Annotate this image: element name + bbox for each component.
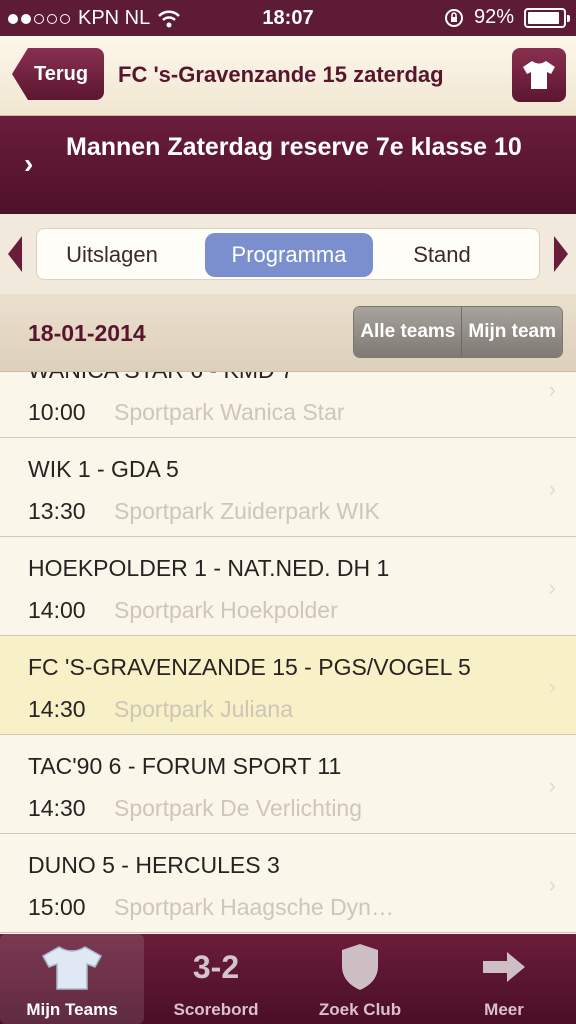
match-row[interactable]: HOEKPOLDER 1 - NAT.NED. DH 1 14:00 Sport… [0,537,576,636]
match-venue: Sportpark Zuiderpark WIK [114,498,380,524]
tabbar-label: Scorebord [173,1000,259,1019]
match-venue: Sportpark Hoekpolder [114,597,338,623]
match-teams: WANICA STAR 6 - KMD 7 [28,372,294,384]
all-teams-button[interactable]: Alle teams [354,307,462,357]
match-venue: Sportpark Wanica Star [114,399,345,425]
tab-stand[interactable]: Stand [377,233,507,277]
match-time: 13:30 [28,498,86,524]
shirt-icon [41,946,103,990]
page-title: FC 's-Gravenzande 15 zaterdag [118,62,444,87]
shirt-icon [523,61,555,89]
back-button[interactable]: Terug [12,48,105,100]
my-team-button[interactable]: Mijn team [461,307,562,357]
tab-uitslagen[interactable]: Uitslagen [47,233,177,277]
tabbar-item-meer[interactable]: Meer [432,934,576,1024]
match-time: 14:30 [28,795,86,821]
tabbar-item-zoek-club[interactable]: Zoek Club [288,934,432,1024]
match-row[interactable]: WIK 1 - GDA 5 13:30 Sportpark Zuiderpark… [0,438,576,537]
arrow-right-icon [483,952,525,982]
team-filter: Alle teams Mijn team [353,306,563,358]
shield-icon [342,944,378,990]
chevron-right-icon: › [548,476,556,501]
match-row[interactable]: WANICA STAR 6 - KMD 7 10:00 Sportpark Wa… [0,372,576,438]
match-teams: HOEKPOLDER 1 - NAT.NED. DH 1 [28,555,390,581]
segmented-tabs: Uitslagen Programma Stand [36,228,540,280]
status-bar: KPN NL 18:07 92% [0,0,576,36]
chevron-right-icon: › [548,377,556,402]
match-venue: Sportpark De Verlichting [114,795,363,821]
chevron-right-icon: › [24,148,34,179]
match-venue: Sportpark Haagsche Dyn… [114,894,394,920]
tabbar-item-mijn-teams[interactable]: Mijn Teams [0,934,144,1024]
chevron-right-icon: › [548,872,556,897]
battery-icon [524,7,570,28]
match-row[interactable]: TAC'90 6 - FORUM SPORT 11 14:30 Sportpar… [0,735,576,834]
team-shirt-button[interactable] [512,48,566,102]
tabbar-label: Meer [484,1000,524,1019]
bottom-tab-bar: Mijn Teams 3-2 Scorebord Zoek Club Meer [0,934,576,1024]
schedule-date: 18-01-2014 [28,320,146,346]
previous-tab-arrow-icon[interactable] [8,236,22,272]
tabs-bar: Uitslagen Programma Stand [0,214,576,294]
match-teams: FC 'S-GRAVENZANDE 15 - PGS/VOGEL 5 [28,654,471,680]
league-name: Mannen Zaterdag reserve 7e klasse 10 [66,133,522,161]
rotation-lock-icon [444,8,463,27]
navigation-bar: Terug FC 's-Gravenzande 15 zaterdag [0,36,576,116]
next-tab-arrow-icon[interactable] [554,236,568,272]
match-time: 14:00 [28,597,86,623]
match-time: 14:30 [28,696,86,722]
match-venue: Sportpark Juliana [114,696,293,722]
match-row[interactable]: DUNO 5 - HERCULES 3 15:00 Sportpark Haag… [0,834,576,933]
tabbar-label: Zoek Club [318,1000,402,1019]
match-teams: DUNO 5 - HERCULES 3 [28,852,280,878]
chevron-right-icon: › [548,575,556,600]
chevron-right-icon: › [548,773,556,798]
tab-programma[interactable]: Programma [205,233,373,277]
match-time: 10:00 [28,399,86,425]
chevron-right-icon: › [548,674,556,699]
battery-percent: 92% [473,6,514,28]
tabbar-label: Mijn Teams [26,1000,118,1019]
date-header: 18-01-2014 Alle teams Mijn team [0,294,576,372]
match-time: 15:00 [28,894,86,920]
match-teams: TAC'90 6 - FORUM SPORT 11 [28,753,342,779]
match-teams: WIK 1 - GDA 5 [28,456,179,482]
league-banner[interactable]: › Mannen Zaterdag reserve 7e klasse 10 [0,116,576,214]
match-row-highlighted[interactable]: FC 'S-GRAVENZANDE 15 - PGS/VOGEL 5 14:30… [0,636,576,735]
match-list[interactable]: WANICA STAR 6 - KMD 7 10:00 Sportpark Wa… [0,372,576,934]
score-icon: 3-2 [192,948,240,985]
tabbar-item-scorebord[interactable]: 3-2 Scorebord [144,934,288,1024]
